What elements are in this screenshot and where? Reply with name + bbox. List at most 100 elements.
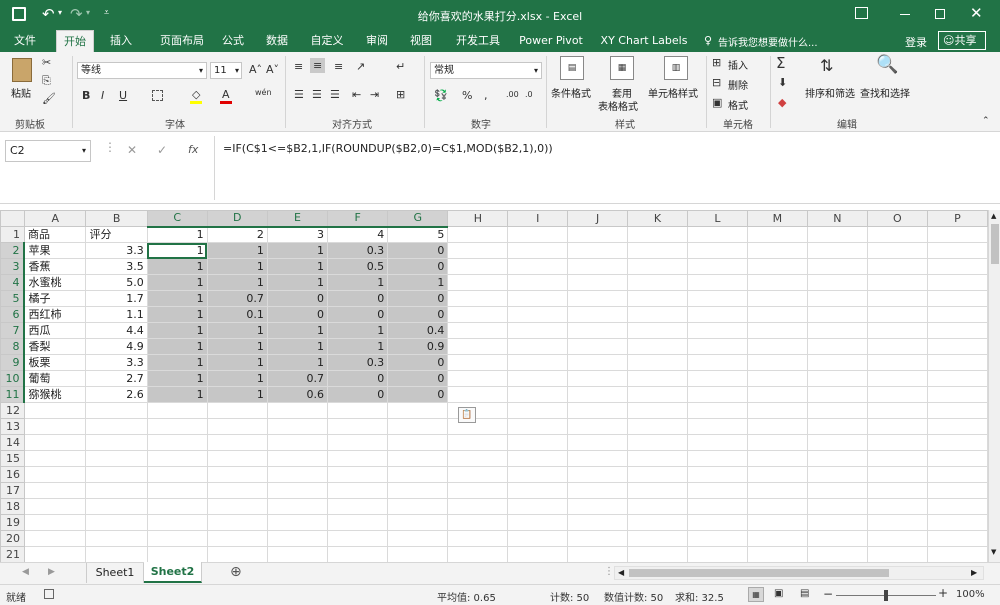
cell[interactable] bbox=[627, 258, 688, 275]
tab-insert[interactable]: 插入 bbox=[102, 30, 140, 52]
cell[interactable] bbox=[447, 530, 509, 547]
insert-cells-button[interactable]: 插入 bbox=[728, 57, 748, 72]
cell[interactable]: 0 bbox=[327, 370, 389, 387]
conditional-formatting-icon[interactable]: ▤ bbox=[560, 56, 584, 80]
worksheet-grid[interactable]: ABCDEFGHIJKLMNOP 1 商品 评分 1 2 3 4 5 2 苹果 3.3 1 1 1 0.3 0… bbox=[0, 210, 988, 562]
row-header[interactable]: 8 bbox=[0, 338, 26, 355]
font-size-select[interactable]: 11 ▾ bbox=[210, 62, 242, 79]
minimize-icon[interactable] bbox=[900, 14, 910, 15]
cell[interactable] bbox=[507, 354, 569, 371]
cell[interactable]: 1 bbox=[146, 226, 208, 243]
row-header[interactable]: 7 bbox=[0, 322, 26, 339]
cell[interactable] bbox=[806, 530, 868, 547]
cell[interactable]: 0.3 bbox=[327, 354, 389, 371]
cell[interactable] bbox=[146, 418, 208, 435]
column-header[interactable]: F bbox=[327, 210, 389, 228]
clear-icon[interactable]: ◆ bbox=[778, 96, 786, 109]
cell[interactable] bbox=[507, 258, 569, 275]
cell[interactable] bbox=[806, 306, 868, 323]
cell[interactable] bbox=[866, 450, 928, 467]
cell[interactable] bbox=[806, 418, 868, 435]
cell[interactable] bbox=[806, 498, 868, 515]
cell[interactable] bbox=[866, 338, 928, 355]
cell[interactable] bbox=[327, 530, 389, 547]
cell[interactable] bbox=[146, 514, 208, 531]
cell[interactable] bbox=[926, 482, 988, 499]
cell[interactable]: 5 bbox=[387, 226, 449, 243]
collapse-ribbon-icon[interactable]: ⌃ bbox=[982, 116, 990, 126]
align-top-icon[interactable]: ≡ bbox=[294, 60, 303, 73]
cell[interactable] bbox=[387, 482, 449, 499]
cell[interactable] bbox=[447, 514, 509, 531]
cell[interactable] bbox=[926, 402, 988, 419]
row-header[interactable]: 11 bbox=[0, 386, 26, 403]
cell[interactable]: 3 bbox=[266, 226, 329, 243]
sheet-tab-sheet1[interactable]: Sheet1 bbox=[86, 563, 144, 583]
cell[interactable] bbox=[266, 434, 329, 451]
cell[interactable] bbox=[387, 434, 449, 451]
delete-cells-button[interactable]: 删除 bbox=[728, 77, 748, 92]
tab-page-layout[interactable]: 页面布局 bbox=[150, 30, 214, 52]
cell[interactable] bbox=[387, 530, 449, 547]
cell[interactable] bbox=[926, 530, 988, 547]
cell[interactable] bbox=[567, 498, 629, 515]
cell[interactable] bbox=[746, 546, 808, 562]
paste-button[interactable]: 粘贴 bbox=[11, 85, 31, 100]
cell[interactable] bbox=[687, 338, 748, 355]
cell[interactable] bbox=[806, 514, 868, 531]
cell[interactable] bbox=[806, 226, 868, 243]
cell[interactable]: 4.9 bbox=[85, 338, 148, 355]
row-header[interactable]: 2 bbox=[0, 242, 26, 259]
cell[interactable] bbox=[447, 274, 509, 291]
fill-icon[interactable]: ⬇ bbox=[778, 76, 787, 89]
cell[interactable]: 0.1 bbox=[206, 306, 268, 323]
increase-decimal-icon[interactable]: .00 bbox=[506, 90, 519, 99]
hscroll-thumb[interactable] bbox=[629, 569, 889, 577]
cell[interactable] bbox=[687, 498, 748, 515]
scroll-up-icon[interactable]: ▲ bbox=[991, 212, 996, 220]
cell[interactable] bbox=[85, 466, 148, 483]
cell[interactable]: 0 bbox=[266, 306, 329, 323]
close-icon[interactable]: ✕ bbox=[970, 4, 983, 22]
undo-dropdown-icon[interactable]: ▾ bbox=[58, 8, 62, 17]
borders-icon[interactable] bbox=[152, 90, 163, 101]
cell[interactable] bbox=[567, 306, 629, 323]
cell[interactable] bbox=[387, 418, 449, 435]
cell-table[interactable]: ABCDEFGHIJKLMNOP 1 商品 评分 1 2 3 4 5 2 苹果 3.3 1 1 1 0.3 0… bbox=[0, 210, 988, 562]
cell[interactable]: 1 bbox=[206, 242, 268, 259]
format-painter-icon[interactable]: 🖌 bbox=[42, 92, 56, 105]
delete-cells-icon[interactable]: ⊟ bbox=[712, 76, 721, 89]
row-header[interactable]: 21 bbox=[0, 546, 25, 562]
cell[interactable] bbox=[507, 482, 569, 499]
cell[interactable] bbox=[447, 386, 509, 403]
cell[interactable] bbox=[447, 466, 509, 483]
cell[interactable]: 西红柿 bbox=[23, 306, 87, 323]
cell[interactable] bbox=[387, 450, 449, 467]
cell[interactable]: 0 bbox=[387, 386, 449, 403]
cell[interactable] bbox=[85, 546, 148, 562]
cell[interactable] bbox=[806, 466, 868, 483]
column-header[interactable]: N bbox=[806, 210, 868, 227]
cell[interactable] bbox=[627, 322, 688, 339]
row-header[interactable]: 12 bbox=[0, 402, 25, 419]
cell[interactable] bbox=[627, 482, 688, 499]
cell[interactable] bbox=[806, 370, 868, 387]
cell[interactable] bbox=[806, 322, 868, 339]
cell[interactable] bbox=[206, 546, 268, 562]
column-header[interactable]: I bbox=[507, 210, 569, 227]
cell[interactable] bbox=[627, 370, 688, 387]
scroll-right-icon[interactable]: ▶ bbox=[971, 568, 977, 577]
cell[interactable] bbox=[746, 354, 808, 371]
customize-quick-access-icon[interactable]: ⩡ bbox=[104, 8, 109, 18]
add-sheet-icon[interactable]: ⊕ bbox=[230, 564, 242, 580]
cell[interactable] bbox=[687, 530, 748, 547]
cell[interactable] bbox=[746, 434, 808, 451]
sheet-tab-sheet2[interactable]: Sheet2 bbox=[144, 562, 202, 583]
cell[interactable]: 1 bbox=[146, 306, 208, 323]
cell[interactable] bbox=[746, 338, 808, 355]
tell-me-search[interactable]: 告诉我您想要做什么... bbox=[718, 34, 818, 49]
active-cell[interactable]: 1 bbox=[146, 242, 208, 259]
cell[interactable] bbox=[866, 434, 928, 451]
decrease-decimal-icon[interactable]: .0 bbox=[525, 90, 533, 99]
cell[interactable]: 1 bbox=[206, 338, 268, 355]
